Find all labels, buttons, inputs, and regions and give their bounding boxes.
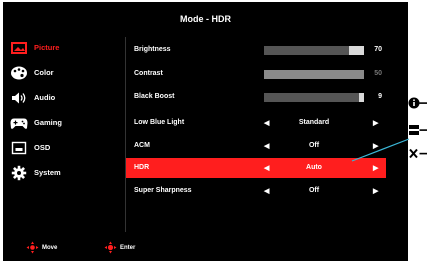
sidebar-item-label: Gaming bbox=[34, 118, 62, 127]
info-icon[interactable] bbox=[408, 96, 427, 110]
sidebar-item-label: System bbox=[34, 168, 61, 177]
setting-brightness[interactable]: Brightness 70 bbox=[126, 40, 386, 60]
setting-low-blue-light[interactable]: Low Blue Light ◀ Standard ▶ bbox=[126, 113, 386, 133]
sidebar-item-color[interactable]: Color bbox=[3, 62, 124, 84]
arrow-right-icon[interactable]: ▶ bbox=[373, 142, 378, 150]
setting-super-sharpness[interactable]: Super Sharpness ◀ Off ▶ bbox=[126, 181, 386, 201]
menu-title: Mode - HDR bbox=[3, 2, 408, 36]
setting-value: Off bbox=[308, 187, 320, 194]
gear-icon bbox=[11, 165, 27, 181]
move-hint: Move bbox=[26, 241, 57, 254]
setting-label: Contrast bbox=[134, 70, 163, 77]
sidebar-item-audio[interactable]: Audio bbox=[3, 87, 124, 109]
setting-value: Standard bbox=[298, 119, 330, 126]
close-icon[interactable] bbox=[408, 147, 427, 161]
sidebar: Picture Color Audio Gaming OSD System bbox=[3, 37, 124, 232]
joystick-enter-icon bbox=[104, 241, 117, 254]
setting-value: 50 bbox=[374, 70, 382, 77]
slider-fill bbox=[264, 46, 349, 55]
sidebar-item-label: Picture bbox=[34, 43, 60, 52]
picture-icon bbox=[11, 42, 27, 54]
monitor-key-indicators bbox=[408, 95, 427, 175]
slider-fill bbox=[264, 93, 359, 102]
setting-contrast[interactable]: Contrast 50 bbox=[126, 64, 386, 84]
setting-value: 70 bbox=[374, 46, 382, 53]
sidebar-item-gaming[interactable]: Gaming bbox=[3, 112, 124, 134]
brightness-slider[interactable] bbox=[264, 46, 364, 55]
setting-label: HDR bbox=[134, 164, 150, 171]
setting-hdr[interactable]: HDR ◀ Auto ▶ bbox=[126, 158, 386, 178]
sidebar-item-label: OSD bbox=[34, 143, 51, 152]
joystick-move-icon bbox=[26, 241, 39, 254]
arrow-right-icon[interactable]: ▶ bbox=[373, 187, 378, 195]
setting-acm[interactable]: ACM ◀ Off ▶ bbox=[126, 136, 386, 156]
osd-menu: Mode - HDR Picture Color Audio Gaming OS… bbox=[3, 2, 408, 261]
sidebar-item-label: Audio bbox=[34, 93, 56, 102]
sidebar-item-system[interactable]: System bbox=[3, 162, 124, 184]
sidebar-item-osd[interactable]: OSD bbox=[3, 137, 124, 159]
enter-label: Enter bbox=[120, 244, 136, 251]
setting-value: Auto bbox=[306, 164, 322, 171]
setting-value: 9 bbox=[378, 93, 382, 100]
sidebar-item-label: Color bbox=[34, 68, 54, 77]
contrast-slider[interactable] bbox=[264, 70, 364, 79]
arrow-right-icon[interactable]: ▶ bbox=[373, 164, 378, 172]
setting-label: Black Boost bbox=[134, 93, 175, 100]
setting-label: Brightness bbox=[134, 46, 171, 53]
palette-icon bbox=[11, 66, 27, 80]
setting-black-boost[interactable]: Black Boost 9 bbox=[126, 87, 386, 107]
slider-fill bbox=[264, 70, 314, 79]
enter-hint: Enter bbox=[104, 241, 135, 254]
arrow-right-icon[interactable]: ▶ bbox=[373, 119, 378, 127]
osd-icon bbox=[11, 141, 27, 155]
move-label: Move bbox=[42, 244, 58, 251]
speaker-icon bbox=[12, 92, 26, 104]
gamepad-icon bbox=[10, 118, 28, 129]
black-boost-slider[interactable] bbox=[264, 93, 364, 102]
setting-label: Low Blue Light bbox=[134, 119, 185, 126]
footer: Move Enter bbox=[3, 234, 408, 261]
setting-label: ACM bbox=[134, 142, 150, 149]
setting-value: Off bbox=[308, 142, 320, 149]
sidebar-item-picture[interactable]: Picture bbox=[3, 37, 124, 59]
input-icon[interactable] bbox=[408, 123, 427, 137]
setting-label: Super Sharpness bbox=[134, 187, 192, 194]
